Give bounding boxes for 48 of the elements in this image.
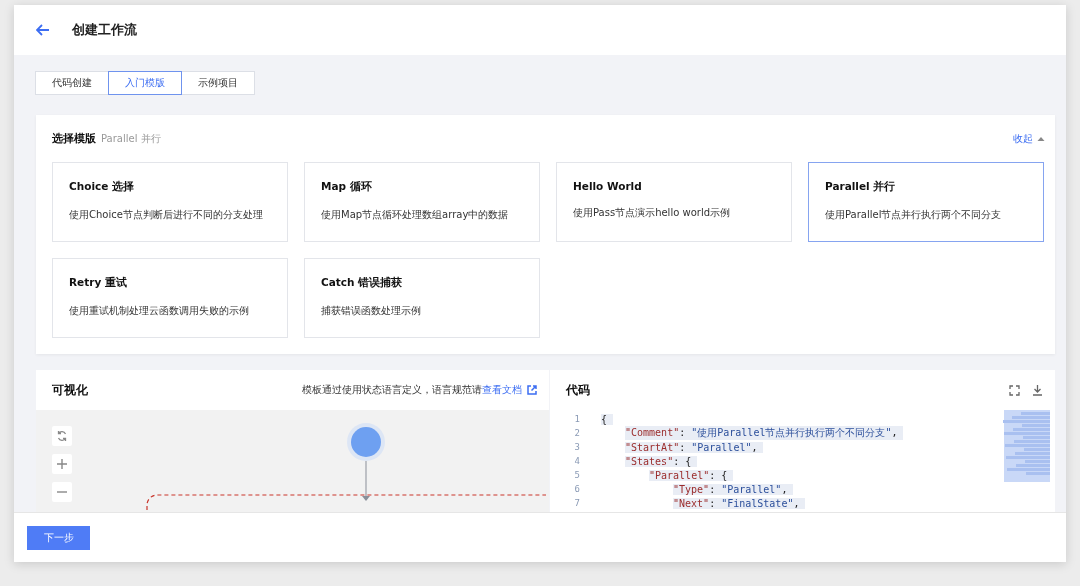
zoom-in-icon[interactable] — [52, 454, 72, 474]
card-title: Choice 选择 — [69, 180, 135, 194]
line-number: 5 — [573, 470, 580, 480]
line-number: 3 — [573, 442, 580, 452]
template-card[interactable]: Parallel 并行 使用Parallel节点并行执行两个不同分支 — [808, 162, 1044, 242]
card-title: Hello World — [573, 180, 643, 192]
card-title: Parallel 并行 — [825, 180, 897, 194]
card-description: 使用Map节点循环处理数组array中的数据 — [321, 208, 510, 222]
card-description: 捕获错误函数处理示例 — [321, 304, 422, 318]
start-node — [347, 423, 385, 461]
next-button[interactable]: 下一步 — [27, 525, 90, 550]
template-card[interactable]: Choice 选择 使用Choice节点判断后进行不同的分支处理 — [52, 162, 288, 242]
arrow — [362, 460, 370, 501]
refresh-icon[interactable] — [52, 426, 72, 446]
line-number: 6 — [573, 484, 580, 494]
external-link-icon[interactable] — [527, 385, 537, 395]
template-card[interactable]: Hello World 使用Pass节点演示hello world示例 — [556, 162, 792, 242]
line-number: 2 — [573, 428, 580, 438]
tab[interactable]: 代码创建 — [35, 71, 109, 95]
card-description: 使用Choice节点判断后进行不同的分支处理 — [69, 208, 264, 222]
code-minimap — [1004, 410, 1050, 482]
card-description: 使用Parallel节点并行执行两个不同分支 — [825, 208, 1003, 222]
spec-note: 模板通过使用状态语言定义，语言规范请 — [302, 383, 482, 397]
fullscreen-icon[interactable] — [1009, 384, 1020, 396]
collapse-link[interactable]: 收起 — [1013, 131, 1045, 146]
panel-title: 代码 — [566, 381, 590, 399]
panel-title: 选择模版 — [52, 131, 96, 146]
template-card[interactable]: Retry 重试 使用重试机制处理云函数调用失败的示例 — [52, 258, 288, 338]
line-number: 1 — [573, 414, 580, 424]
download-icon[interactable] — [1032, 384, 1043, 396]
back-icon[interactable] — [36, 24, 50, 36]
card-title: Map 循环 — [321, 180, 373, 194]
card-description: 使用重试机制处理云函数调用失败的示例 — [69, 304, 250, 318]
line-number: 7 — [573, 498, 580, 508]
caret-icon[interactable] — [1037, 135, 1045, 142]
tab[interactable]: 入门模版 — [108, 71, 182, 95]
zoom-out-icon[interactable] — [52, 482, 72, 502]
doc-link[interactable]: 查看文档 — [482, 383, 522, 397]
page-title: 创建工作流 — [72, 21, 137, 39]
tab[interactable]: 示例项目 — [181, 71, 255, 95]
line-number: 4 — [573, 456, 580, 466]
template-card[interactable]: Map 循环 使用Map节点循环处理数组array中的数据 — [304, 162, 540, 242]
panel-title: 可视化 — [52, 381, 88, 399]
template-card[interactable]: Catch 错误捕获 捕获错误函数处理示例 — [304, 258, 540, 338]
card-title: Catch 错误捕获 — [321, 276, 404, 290]
card-description: 使用Pass节点演示hello world示例 — [573, 206, 731, 220]
current-template: Parallel 并行 — [101, 131, 161, 146]
card-title: Retry 重试 — [69, 276, 128, 290]
